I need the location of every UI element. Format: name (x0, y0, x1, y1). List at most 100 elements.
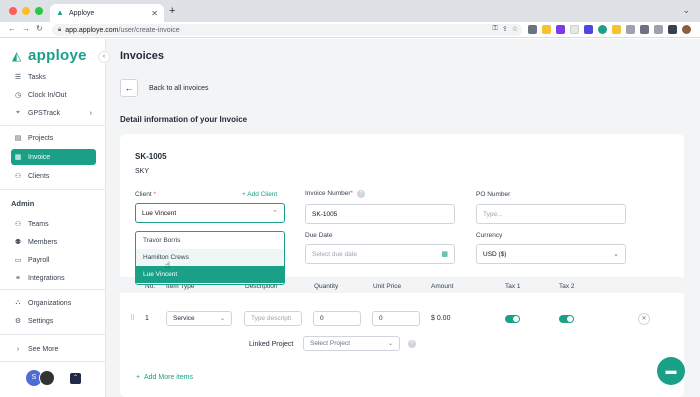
sidebar-item-teams[interactable]: ⚇ Teams (11, 216, 96, 232)
help-icon[interactable]: ? (408, 340, 416, 348)
window-controls (9, 7, 43, 15)
drag-handle-icon[interactable]: ⠿ (130, 314, 135, 322)
close-tab-icon[interactable]: ✕ (151, 9, 158, 18)
sidebar-item-label: Settings (28, 317, 54, 325)
item-type-select[interactable]: Service ⌄ (166, 311, 232, 326)
client-option[interactable]: Hamilton Crews (136, 249, 284, 266)
quantity-input[interactable]: 0 (313, 311, 361, 326)
chat-bubble-icon: ▬ (665, 365, 677, 377)
brand-name: apploye (28, 47, 87, 64)
bookmark-star-icon[interactable]: ☆ (512, 25, 518, 33)
extension-icon[interactable] (626, 25, 635, 34)
organizations-icon: ⛬ (15, 299, 21, 306)
apploye-logo[interactable]: ◭ apploye (12, 47, 87, 64)
sidebar-item-members[interactable]: ⚉ Members (11, 234, 96, 250)
sidebar-item-label: Members (28, 238, 58, 246)
sidebar-item-tasks[interactable]: ☰ Tasks (11, 69, 96, 85)
extension-icon[interactable] (528, 25, 537, 34)
currency-select[interactable]: USD ($) ⌄ (476, 244, 626, 264)
url-actions: ⚿ ⇪ ☆ (493, 25, 518, 33)
client-option[interactable]: Travor Borris (136, 232, 284, 249)
sidebar: ◭ apploye ☰ Tasks ◷ Clock In/Out ⌖ GPSTr… (0, 39, 106, 397)
sidebar-item-projects[interactable]: ▤ Projects (11, 130, 96, 146)
sidebar-see-more[interactable]: › See More (11, 341, 96, 357)
extension-icon[interactable] (556, 25, 565, 34)
back-arrow-icon[interactable]: ← (8, 24, 16, 33)
members-icon: ⚉ (14, 239, 22, 246)
po-number-input[interactable]: Type... (476, 204, 626, 224)
sidebar-icon[interactable] (668, 25, 677, 34)
payroll-icon: ▭ (14, 257, 22, 264)
extension-icon[interactable] (570, 25, 579, 34)
sidebar-item-clients[interactable]: ⚇ Clients (11, 168, 96, 184)
url-input[interactable]: 🔒︎ app.apploye.com/user/create-invoice ⚿… (52, 24, 522, 36)
sidebar-divider (0, 361, 106, 362)
url-path: /user/create-invoice (118, 26, 180, 34)
sidebar-item-organizations[interactable]: ⛬ Organizations (11, 295, 96, 311)
extension-icon[interactable] (598, 25, 607, 34)
add-client-link[interactable]: + Add Client (242, 191, 277, 198)
extension-icon[interactable] (612, 25, 621, 34)
column-header: Tax 2 (559, 283, 575, 290)
due-date-input[interactable]: Select due date ▦ (305, 244, 455, 264)
add-more-items-button[interactable]: + Add More items (136, 374, 193, 381)
description-input[interactable]: Type descripti (244, 311, 302, 326)
tax1-toggle[interactable] (505, 315, 520, 323)
back-to-invoices-link[interactable]: Back to all invoices (149, 85, 209, 92)
invoice-number-input[interactable]: SK-1005 (305, 204, 455, 224)
sidebar-item-integrations[interactable]: ⚭ Integrations (11, 270, 96, 286)
sidebar-item-label: Tasks (28, 73, 46, 81)
currency-value: USD ($) (483, 250, 507, 258)
row-number: 1 (145, 315, 149, 322)
client-option[interactable]: Lue Vincent (136, 266, 284, 283)
teams-icon: ⚇ (14, 221, 22, 228)
new-tab-icon[interactable]: + (169, 5, 175, 17)
minimize-window-button[interactable] (22, 7, 30, 15)
apploye-logo-icon: ◭ (12, 48, 22, 63)
chevron-down-icon: ⌄ (219, 316, 225, 322)
sidebar-item-gpstrack[interactable]: ⌖ GPSTrack › (11, 105, 96, 121)
help-icon: ? (357, 190, 366, 198)
share-icon[interactable]: ⇪ (502, 25, 508, 33)
tax2-toggle[interactable] (559, 315, 574, 323)
tab-list-chevron-icon[interactable]: ⌄ (682, 5, 690, 16)
linked-project-placeholder: Select Project (310, 340, 351, 347)
browser-menu-icon[interactable]: ⋮ (696, 25, 700, 34)
key-icon[interactable]: ⚿ (493, 25, 498, 33)
collapse-sidebar-button[interactable]: ‹ (98, 51, 110, 63)
avatar-photo[interactable] (39, 370, 55, 386)
sidebar-item-label: Payroll (28, 256, 50, 264)
browser-tab[interactable]: ▲ Apploye ✕ (50, 4, 164, 22)
back-arrow-icon[interactable]: ← (120, 79, 138, 97)
sidebar-divider (0, 189, 106, 190)
client-label: Client * (135, 191, 156, 198)
chevron-up-icon[interactable]: ⌃ (70, 372, 81, 384)
sidebar-item-settings[interactable]: ⚙ Settings (11, 313, 96, 329)
sidebar-item-label: Projects (28, 134, 54, 142)
client-select[interactable]: Lue Vincent ⌃ (135, 203, 285, 223)
unit-price-input[interactable]: 0 (372, 311, 420, 326)
sidebar-item-label: Clock In/Out (28, 91, 67, 99)
extension-icon[interactable] (542, 25, 551, 34)
close-window-button[interactable] (9, 7, 17, 15)
sidebar-item-invoice[interactable]: ▦ Invoice (11, 149, 96, 165)
remove-row-button[interactable]: ✕ (638, 313, 650, 325)
column-header: Quantity (314, 283, 339, 290)
maximize-window-button[interactable] (35, 7, 43, 15)
sidebar-item-clock[interactable]: ◷ Clock In/Out (11, 87, 96, 103)
address-bar: ← → ↻ 🔒︎ app.apploye.com/user/create-inv… (0, 22, 700, 38)
sidebar-item-payroll[interactable]: ▭ Payroll (11, 252, 96, 268)
forward-arrow-icon[interactable]: → (22, 24, 30, 33)
extensions-puzzle-icon[interactable] (654, 25, 663, 34)
chevron-right-icon: › (16, 345, 20, 353)
detail-heading: Detail information of your Invoice (120, 115, 248, 124)
reload-icon[interactable]: ↻ (36, 24, 43, 33)
profile-avatar[interactable] (682, 25, 691, 34)
camera-icon[interactable] (640, 25, 649, 34)
sidebar-item-label: Organizations (28, 299, 72, 307)
chat-button[interactable]: ▬ (657, 357, 685, 385)
column-header: Tax 1 (505, 283, 521, 290)
invoice-name: SKY (135, 168, 150, 175)
linked-project-select[interactable]: Select Project ⌄ (303, 336, 400, 351)
extension-icon[interactable] (584, 25, 593, 34)
